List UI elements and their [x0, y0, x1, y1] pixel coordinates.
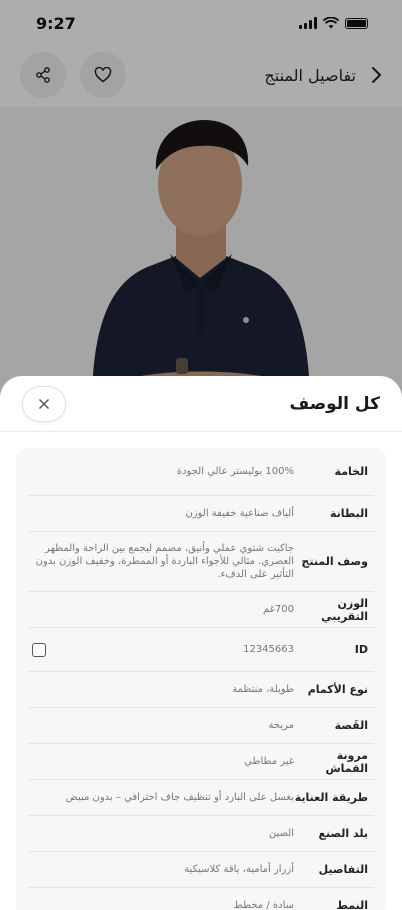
row-label: الخامة: [334, 465, 368, 478]
table-row: نوع الأكمام طويلة، منتظمة: [28, 672, 374, 708]
select-checkbox[interactable]: [32, 642, 46, 657]
row-label: الوزن التقريبي: [321, 596, 368, 623]
row-value: يغسل على البارد أو تنظيف جاف احترافي – ب…: [65, 792, 294, 803]
row-label: القَصة: [334, 719, 368, 732]
sheet-header: كل الوصف: [0, 376, 402, 432]
row-value: 12345663: [243, 644, 294, 655]
table-row: الوزن التقريبي 700غم: [28, 592, 374, 628]
row-value: طويلة، منتظمة: [232, 684, 294, 695]
table-row: بلد الصنع الصين: [28, 816, 374, 852]
row-value: ألياف صناعية خفيفة الوزن: [185, 508, 294, 519]
row-label: التفاصيل: [318, 863, 368, 876]
table-row: ID 12345663: [28, 628, 374, 672]
row-value: مريحة: [268, 720, 294, 731]
row-value: جاكيت شتوي عملي وأنيق، مصمم ليجمع بين ال…: [35, 543, 294, 580]
row-value: الصين: [268, 828, 294, 839]
table-row: وصف المنتج جاكيت شتوي عملي وأنيق، مصمم ل…: [28, 532, 374, 592]
table-row: الخامة 100% بوليستر عالي الجودة: [28, 448, 374, 496]
row-value: أزرار أمامية، ياقة كلاسيكية: [184, 864, 294, 875]
close-button[interactable]: [22, 385, 66, 422]
row-label: طريقة العناية: [294, 791, 368, 804]
row-label: نوع الأكمام: [307, 683, 368, 696]
row-label: بلد الصنع: [318, 827, 368, 840]
row-label: النمط: [336, 899, 368, 910]
row-value: 700غم: [263, 604, 294, 615]
table-row: التفاصيل أزرار أمامية، ياقة كلاسيكية: [28, 852, 374, 888]
sheet-title: كل الوصف: [289, 393, 380, 414]
row-label: وصف المنتج: [301, 555, 368, 568]
table-row: النمط سادة / مخطط: [28, 888, 374, 910]
table-row: القَصة مريحة: [28, 708, 374, 744]
description-sheet: كل الوصف الخامة 100% بوليستر عالي الجودة…: [0, 376, 402, 910]
table-row: مرونة القماش غير مطاطي: [28, 744, 374, 780]
close-icon: [39, 398, 49, 409]
specs-table: الخامة 100% بوليستر عالي الجودة البطانة …: [16, 448, 386, 910]
row-label: مرونة القماش: [325, 748, 368, 775]
row-value: 100% بوليستر عالي الجودة: [176, 466, 294, 477]
row-value: غير مطاطي: [244, 756, 294, 767]
row-value: سادة / مخطط: [233, 900, 294, 910]
row-label: البطانة: [329, 507, 368, 520]
table-row: طريقة العناية يغسل على البارد أو تنظيف ج…: [28, 780, 374, 816]
row-label: ID: [354, 643, 368, 656]
table-row: البطانة ألياف صناعية خفيفة الوزن: [28, 496, 374, 532]
